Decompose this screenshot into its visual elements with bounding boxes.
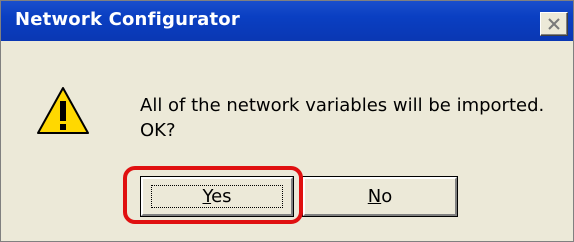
- title-bar[interactable]: Network Configurator: [1, 1, 573, 41]
- message-line-2: OK?: [140, 120, 176, 141]
- no-button[interactable]: No: [302, 176, 458, 217]
- focus-indicator: [151, 185, 283, 208]
- no-button-label: No: [367, 186, 393, 207]
- message-dialog: Network Configurator All of the network …: [0, 0, 574, 242]
- yes-button[interactable]: Yes: [140, 176, 294, 217]
- close-button[interactable]: [540, 12, 568, 36]
- window-title: Network Configurator: [15, 9, 240, 30]
- dialog-message: All of the network variables will be imp…: [140, 93, 544, 143]
- warning-icon: [37, 87, 89, 134]
- message-line-1: All of the network variables will be imp…: [140, 95, 545, 116]
- close-icon: [548, 18, 560, 30]
